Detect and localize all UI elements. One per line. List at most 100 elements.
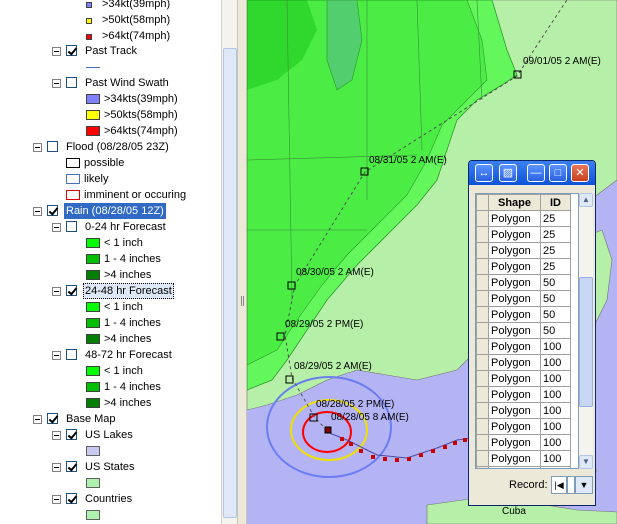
layer-countries[interactable]: Countries xyxy=(0,491,221,507)
visibility-checkbox[interactable] xyxy=(66,77,77,88)
cell-id[interactable]: 100 xyxy=(540,418,571,435)
cell-id[interactable]: 25 xyxy=(540,210,571,227)
table-row[interactable]: Polygon 50 xyxy=(476,290,571,307)
cell-shape[interactable]: Polygon xyxy=(488,242,541,259)
cell-shape[interactable]: Polygon xyxy=(488,466,541,468)
row-selector[interactable] xyxy=(476,226,489,243)
visibility-checkbox[interactable] xyxy=(66,349,77,360)
collapse-icon[interactable] xyxy=(33,143,42,152)
visibility-checkbox[interactable] xyxy=(66,493,77,504)
cell-id[interactable]: 50 xyxy=(540,290,571,307)
maximize-icon[interactable]: □ xyxy=(549,164,567,182)
cell-id[interactable]: 50 xyxy=(540,322,571,339)
visibility-checkbox[interactable] xyxy=(66,461,77,472)
cell-shape[interactable]: Polygon xyxy=(488,322,541,339)
row-selector[interactable] xyxy=(476,402,489,419)
table-row[interactable]: Polygon 50 xyxy=(476,322,571,339)
attribute-grid[interactable]: Shape ID Polygon 25 Polygon 25 Polygon 25 Poly… xyxy=(475,193,579,469)
row-selector[interactable] xyxy=(476,338,489,355)
row-selector[interactable] xyxy=(476,434,489,451)
cell-shape[interactable]: Polygon xyxy=(488,258,541,275)
table-row[interactable]: Polygon100 xyxy=(476,338,571,355)
collapse-icon[interactable] xyxy=(52,431,61,440)
toc-scroll-thumb[interactable] xyxy=(223,48,237,518)
row-selector[interactable] xyxy=(476,386,489,403)
close-icon[interactable]: ✕ xyxy=(571,164,589,182)
table-row[interactable]: Polygon 50 xyxy=(476,274,571,291)
cell-shape[interactable]: Polygon xyxy=(488,354,541,371)
layer-48-72-forecast[interactable]: 48-72 hr Forecast xyxy=(0,347,221,363)
grid-scrollbar[interactable]: ▲ ▼ xyxy=(579,193,593,469)
cell-shape[interactable]: Polygon xyxy=(488,306,541,323)
collapse-icon[interactable] xyxy=(52,495,61,504)
collapse-icon[interactable] xyxy=(52,223,61,232)
layer-0-24-forecast[interactable]: 0-24 hr Forecast xyxy=(0,219,221,235)
visibility-checkbox[interactable] xyxy=(47,141,58,152)
table-row[interactable]: Polygon100 xyxy=(476,402,571,419)
layer-rain[interactable]: Rain (08/28/05 12Z) xyxy=(0,203,221,219)
table-row[interactable]: Polygon100 xyxy=(476,418,571,435)
table-row[interactable]: Polygon100 xyxy=(476,434,571,451)
collapse-icon[interactable] xyxy=(52,79,61,88)
row-selector[interactable] xyxy=(476,242,489,259)
column-header-shape[interactable]: Shape xyxy=(488,194,541,211)
table-row[interactable]: Polygon100 xyxy=(476,386,571,403)
cell-shape[interactable]: Polygon xyxy=(488,418,541,435)
cell-shape[interactable]: Polygon xyxy=(488,210,541,227)
visibility-checkbox[interactable] xyxy=(66,221,77,232)
scroll-down-icon[interactable]: ▼ xyxy=(579,455,593,469)
cell-id[interactable]: 25 xyxy=(540,258,571,275)
layer-past-track[interactable]: Past Track xyxy=(0,43,221,59)
toc-scrollbar[interactable] xyxy=(221,0,237,524)
panel-splitter[interactable] xyxy=(237,0,247,524)
cell-id[interactable]: 100 xyxy=(540,386,571,403)
cell-id[interactable]: 25 xyxy=(540,242,571,259)
layer-us-lakes[interactable]: US Lakes xyxy=(0,427,221,443)
cell-id[interactable]: 100 xyxy=(540,434,571,451)
layer-flood[interactable]: Flood (08/28/05 23Z) xyxy=(0,139,221,155)
table-row[interactable]: Polygon100 xyxy=(476,466,571,468)
cell-id[interactable]: 100 xyxy=(540,466,571,468)
visibility-checkbox[interactable] xyxy=(66,429,77,440)
row-selector[interactable] xyxy=(476,258,489,275)
record-dropdown-icon[interactable]: ▼ xyxy=(575,476,593,494)
visibility-checkbox[interactable] xyxy=(47,413,58,424)
cell-id[interactable]: 100 xyxy=(540,370,571,387)
table-row[interactable]: Polygon 25 xyxy=(476,258,571,275)
row-selector[interactable] xyxy=(476,274,489,291)
cell-id[interactable]: 100 xyxy=(540,450,571,467)
arrows-icon[interactable]: ↔ xyxy=(475,164,493,182)
cell-id[interactable]: 50 xyxy=(540,306,571,323)
cell-shape[interactable]: Polygon xyxy=(488,338,541,355)
collapse-icon[interactable] xyxy=(33,207,42,216)
collapse-icon[interactable] xyxy=(33,415,42,424)
row-selector[interactable] xyxy=(476,322,489,339)
cell-shape[interactable]: Polygon xyxy=(488,290,541,307)
cell-id[interactable]: 50 xyxy=(540,274,571,291)
cell-shape[interactable]: Polygon xyxy=(488,370,541,387)
layer-base-map[interactable]: Base Map xyxy=(0,411,221,427)
collapse-icon[interactable] xyxy=(52,287,61,296)
cell-shape[interactable]: Polygon xyxy=(488,434,541,451)
layer-us-states[interactable]: US States xyxy=(0,459,221,475)
collapse-icon[interactable] xyxy=(52,47,61,56)
cell-shape[interactable]: Polygon xyxy=(488,274,541,291)
visibility-checkbox[interactable] xyxy=(66,285,77,296)
collapse-icon[interactable] xyxy=(52,463,61,472)
table-row[interactable]: Polygon 25 xyxy=(476,242,571,259)
cell-shape[interactable]: Polygon xyxy=(488,450,541,467)
row-selector[interactable] xyxy=(476,450,489,467)
cell-shape[interactable]: Polygon xyxy=(488,226,541,243)
cell-shape[interactable]: Polygon xyxy=(488,402,541,419)
row-selector[interactable] xyxy=(476,418,489,435)
table-row[interactable]: Polygon 25 xyxy=(476,226,571,243)
row-selector[interactable] xyxy=(476,354,489,371)
cell-id[interactable]: 100 xyxy=(540,338,571,355)
layer-24-48-forecast[interactable]: 24-48 hr Forecast xyxy=(0,283,221,299)
row-selector[interactable] xyxy=(476,466,489,468)
row-selector[interactable] xyxy=(476,370,489,387)
attribute-table-window[interactable]: ↔ ▨ — □ ✕ Shape ID Polygon 25 Polygon 25 Pol… xyxy=(468,160,596,506)
table-row[interactable]: Polygon 25 xyxy=(476,210,571,227)
visibility-checkbox[interactable] xyxy=(47,205,58,216)
grid-scroll-thumb[interactable] xyxy=(579,277,593,407)
